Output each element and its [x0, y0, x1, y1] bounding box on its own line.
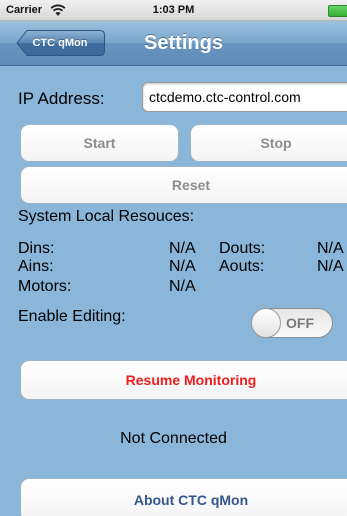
aouts-label: Aouts:	[219, 258, 265, 275]
about-button[interactable]: About CTC qMon	[20, 478, 347, 516]
motors-label: Motors:	[18, 278, 72, 295]
resume-monitoring-button[interactable]: Resume Monitoring	[20, 360, 347, 400]
douts-label: Douts:	[219, 240, 266, 257]
dins-label: Dins:	[18, 240, 55, 257]
status-bar: Carrier 1:03 PM	[0, 0, 347, 21]
start-button[interactable]: Start	[20, 124, 179, 162]
navigation-bar: CTC qMon Settings	[0, 21, 347, 66]
resources-heading: System Local Resouces:	[18, 208, 195, 225]
ains-label: Ains:	[18, 258, 54, 275]
screen: Carrier 1:03 PM CTC qMon Settings IP Add…	[0, 0, 347, 516]
page-title: Settings	[144, 32, 223, 54]
ip-address-label: IP Address:	[18, 89, 105, 108]
enable-editing-toggle[interactable]: OFF	[251, 308, 333, 338]
douts-value: N/A	[317, 240, 344, 257]
status-time: 1:03 PM	[152, 4, 195, 16]
stop-button[interactable]: Stop	[190, 124, 347, 162]
reset-button[interactable]: Reset	[20, 166, 347, 204]
motors-value: N/A	[169, 278, 196, 295]
ains-value: N/A	[169, 258, 196, 275]
connection-status: Not Connected	[120, 430, 227, 447]
battery-icon	[328, 5, 347, 17]
ip-address-input[interactable]	[142, 82, 347, 112]
aouts-value: N/A	[317, 258, 344, 275]
toggle-state-label: OFF	[286, 315, 314, 331]
enable-editing-label: Enable Editing:	[18, 308, 126, 325]
toggle-knob	[251, 308, 281, 338]
dins-value: N/A	[169, 240, 196, 257]
